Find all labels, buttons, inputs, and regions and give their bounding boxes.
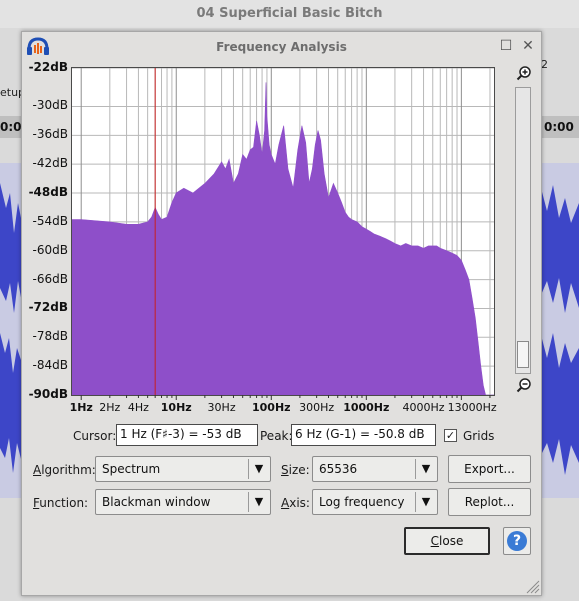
- zoom-out-icon[interactable]: [516, 377, 532, 393]
- algorithm-select[interactable]: Spectrum ▼: [95, 456, 271, 482]
- toolbar-number: 2: [541, 58, 548, 71]
- close-window-button[interactable]: ✕: [520, 38, 536, 54]
- x-tick-label: 1Hz: [69, 401, 93, 414]
- y-axis-labels: -22dB -30dB -36dB -42dB -48dB -54dB -60dB -66dB…: [22, 32, 71, 402]
- function-select[interactable]: Blackman window ▼: [95, 489, 271, 515]
- help-icon: ?: [507, 531, 527, 551]
- axis-select[interactable]: Log frequency ▼: [312, 489, 438, 515]
- peak-readout[interactable]: 6 Hz (G-1) = -50.8 dB: [291, 424, 436, 446]
- resize-grip-icon[interactable]: [522, 576, 540, 594]
- x-tick-label: 30Hz: [207, 401, 236, 414]
- x-tick-label: 100Hz: [251, 401, 291, 414]
- x-tick-label: 300Hz: [299, 401, 335, 414]
- chevron-down-icon: ▼: [254, 462, 264, 475]
- y-tick-label: -60dB: [32, 242, 68, 257]
- timeline-timecode-left: 0:00: [0, 116, 30, 138]
- y-tick-label: -78dB: [32, 329, 68, 344]
- size-value: 65536: [319, 462, 358, 476]
- y-tick-label: -36dB: [32, 127, 68, 142]
- dialog-title: Frequency Analysis: [216, 40, 347, 54]
- grids-label: Grids: [463, 429, 495, 443]
- x-tick-label: 2Hz: [99, 401, 121, 414]
- track-waveform-left[interactable]: [0, 163, 22, 498]
- dialog-titlebar[interactable]: Frequency Analysis ☐ ✕: [22, 32, 541, 62]
- y-tick-label: -22dB: [28, 60, 68, 74]
- spectrum-plot[interactable]: [71, 67, 495, 396]
- axis-label: Axis:: [281, 496, 310, 510]
- function-label: Function:: [33, 496, 89, 510]
- function-value: Blackman window: [102, 495, 211, 509]
- main-window-title: 04 Superficial Basic Bitch: [0, 0, 579, 28]
- y-tick-label: -84dB: [32, 358, 68, 373]
- y-tick-label: -30dB: [32, 98, 68, 113]
- x-axis: 1Hz 2Hz 4Hz 10Hz 30Hz 100Hz 300Hz 1000Hz 4000Hz 1…: [69, 395, 497, 417]
- size-label: Size:: [281, 463, 310, 477]
- main-window-right-edge: 2 0:00: [541, 28, 579, 601]
- waveform-right: [541, 163, 579, 498]
- track-waveform-right[interactable]: [541, 163, 579, 498]
- maximize-button[interactable]: ☐: [498, 38, 514, 54]
- zoom-slider[interactable]: [515, 87, 531, 374]
- zoom-slider-thumb[interactable]: [517, 341, 529, 368]
- y-tick-label: -72dB: [28, 300, 68, 315]
- chevron-down-icon: ▼: [421, 495, 431, 508]
- cursor-readout[interactable]: 1 Hz (F♯-3) = -53 dB: [116, 424, 258, 446]
- y-tick-label: -90dB: [28, 387, 68, 401]
- chevron-down-icon: ▼: [421, 462, 431, 475]
- frequency-analysis-dialog: Frequency Analysis ☐ ✕ -22dB -30dB -36dB -4…: [21, 31, 542, 596]
- x-tick-label: 13000Hz: [447, 401, 497, 414]
- x-tick-label: 4000Hz: [402, 401, 445, 414]
- x-tick-label: 1000Hz: [343, 401, 390, 414]
- size-select[interactable]: 65536 ▼: [312, 456, 438, 482]
- export-button[interactable]: Export...: [448, 455, 531, 483]
- help-button[interactable]: ?: [503, 527, 531, 555]
- axis-value: Log frequency: [319, 495, 405, 509]
- y-tick-label: -66dB: [32, 271, 68, 286]
- close-button[interactable]: Close: [404, 527, 490, 555]
- replot-button[interactable]: Replot...: [448, 488, 531, 516]
- peak-label: Peak:: [260, 429, 293, 443]
- timeline-timecode-right: 0:00: [541, 116, 579, 138]
- grids-checkbox[interactable]: ✓: [444, 429, 457, 442]
- y-tick-label: -42dB: [32, 156, 68, 171]
- algorithm-value: Spectrum: [102, 462, 161, 476]
- chevron-down-icon: ▼: [254, 495, 264, 508]
- x-tick-label: 10Hz: [160, 401, 192, 414]
- waveform-left: [0, 163, 22, 498]
- main-window-left-edge: etup 0:00: [0, 28, 30, 601]
- y-tick-label: -48dB: [28, 185, 68, 200]
- spectrum-chart: [71, 67, 494, 396]
- zoom-in-icon[interactable]: [516, 65, 532, 81]
- cursor-label: Cursor:: [73, 429, 117, 443]
- spectrum-area: [71, 82, 494, 396]
- x-tick-label: 4Hz: [127, 401, 149, 414]
- y-tick-label: -54dB: [32, 213, 68, 228]
- algorithm-label: Algorithm:: [33, 463, 96, 477]
